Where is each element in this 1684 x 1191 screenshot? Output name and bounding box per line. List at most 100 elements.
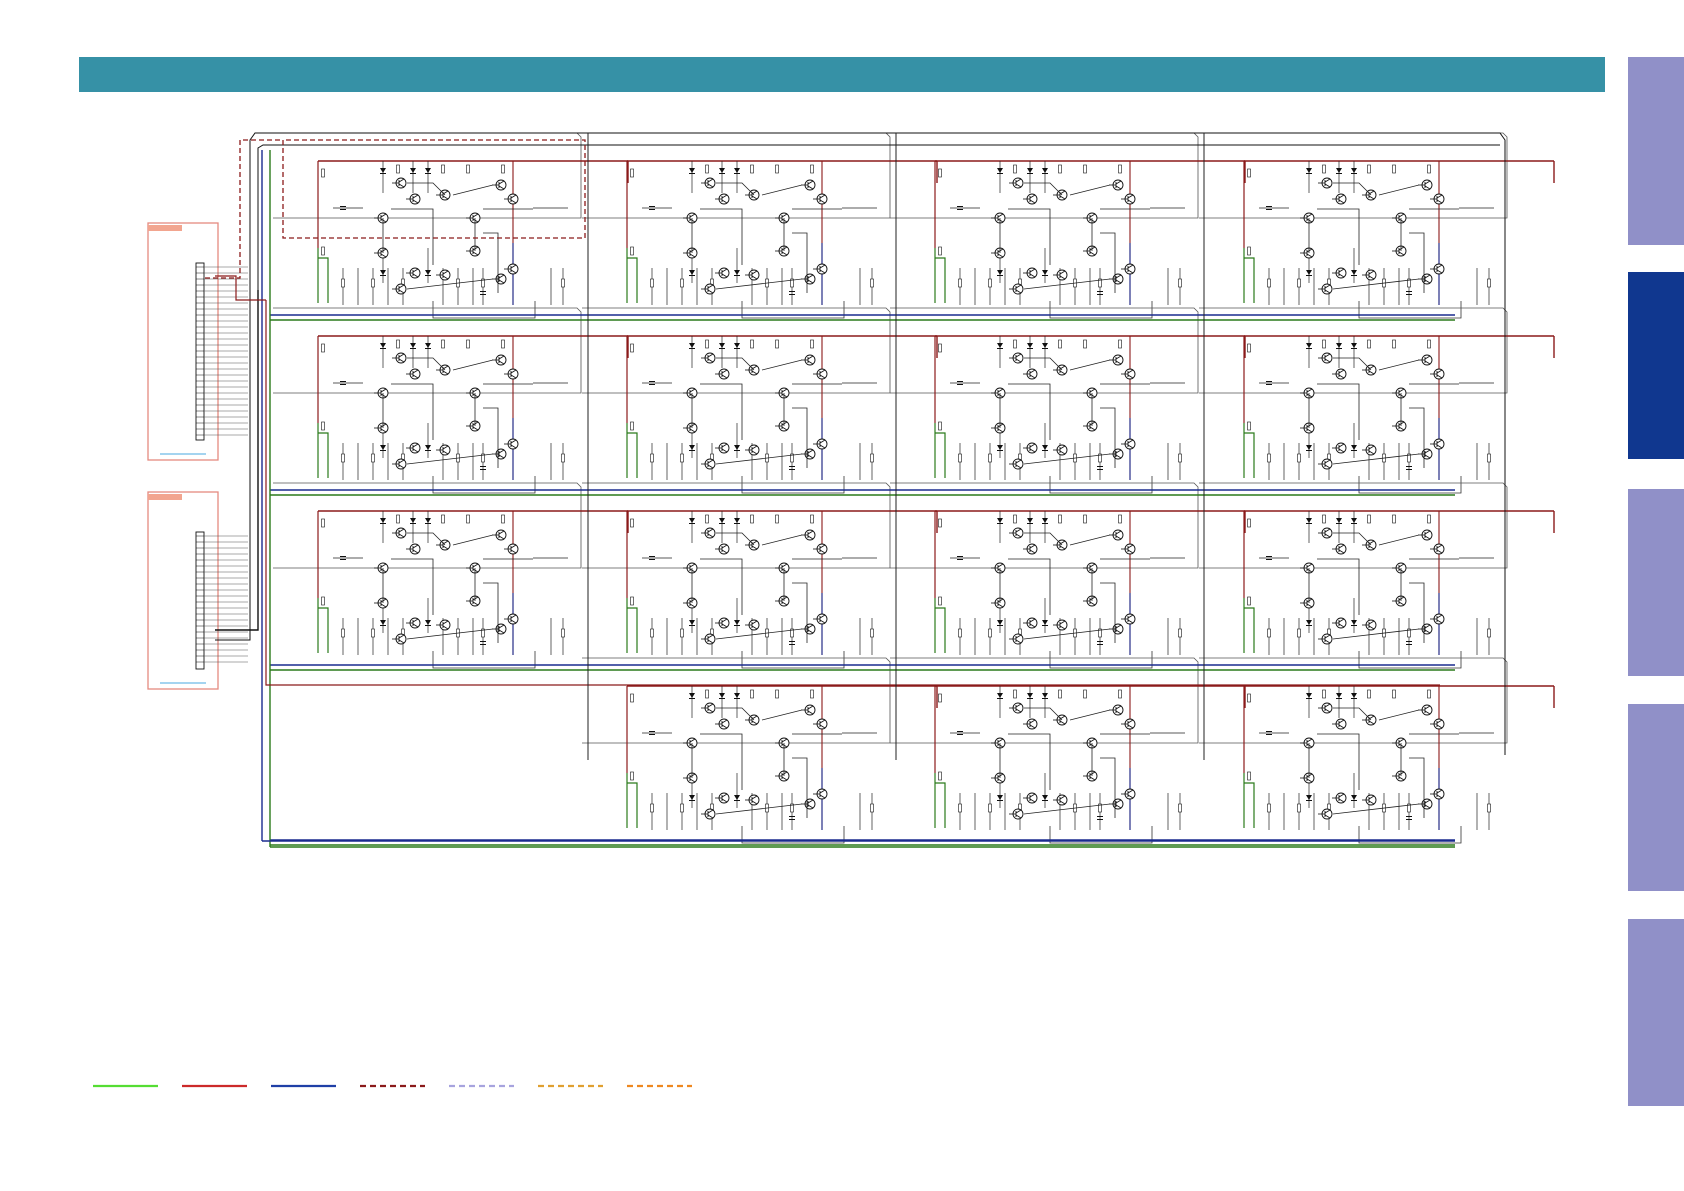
- diode-body: [1351, 343, 1357, 348]
- diode-body: [425, 168, 431, 173]
- diode-symbol: [425, 518, 431, 524]
- transistor-symbol: [1083, 737, 1098, 749]
- diode-symbol: [1027, 693, 1033, 699]
- connector-label-tag: [148, 225, 182, 231]
- resistor-symbol: [1178, 453, 1182, 463]
- resistor-symbol: [1367, 514, 1371, 524]
- transistor-symbol: [504, 543, 519, 555]
- transistor-symbol: [801, 354, 816, 366]
- diode-body: [1351, 693, 1357, 698]
- diode-body: [734, 693, 740, 698]
- inner-wire: [700, 383, 743, 440]
- diode-body: [689, 168, 695, 173]
- amp-cell-r4-c4: [1199, 657, 1555, 844]
- diode-symbol: [1042, 693, 1048, 699]
- resistor-symbol: [1322, 514, 1326, 524]
- transistor-symbol: [683, 562, 698, 574]
- diode-body: [689, 270, 695, 275]
- transistor-symbol: [775, 212, 790, 224]
- transistor-symbol: [1418, 798, 1433, 810]
- diode-body: [1042, 168, 1048, 173]
- resistor-symbol: [938, 518, 942, 528]
- diode-symbol: [997, 343, 1003, 349]
- transistor-symbol: [1430, 368, 1445, 380]
- resistor-symbol: [1013, 514, 1017, 524]
- inner-wire: [483, 407, 499, 468]
- transistor-symbol: [701, 458, 716, 470]
- amp-cell-r1-c3: [890, 132, 1246, 319]
- transistor-symbol: [1300, 772, 1315, 784]
- transistor-symbol: [1418, 179, 1433, 191]
- diode-symbol: [1351, 343, 1357, 349]
- transistor-symbol: [1300, 247, 1315, 259]
- resistor-symbol: [1487, 628, 1491, 638]
- resistor-symbol: [1083, 164, 1087, 174]
- transistor-symbol: [715, 442, 730, 454]
- diode-body: [1027, 168, 1033, 173]
- transistor-symbol: [813, 438, 828, 450]
- diode-body: [689, 518, 695, 523]
- inner-wire: [792, 582, 808, 643]
- amp-cell-r3-c1: [273, 482, 629, 669]
- resistor-symbol: [341, 278, 345, 288]
- diode-body: [425, 270, 431, 275]
- resistor-symbol: [870, 278, 874, 288]
- inner-wire: [1008, 208, 1051, 265]
- transistor-symbol: [813, 368, 828, 380]
- transistor-symbol: [683, 737, 698, 749]
- inner-wire: [1378, 709, 1420, 721]
- diode-body: [1306, 168, 1312, 173]
- transistor-symbol: [1332, 368, 1347, 380]
- transistor-symbol: [775, 420, 790, 432]
- amp-cell-r2-c1: [273, 307, 629, 494]
- inner-wire: [1317, 208, 1360, 265]
- inner-wire: [406, 278, 494, 290]
- resistor-symbol: [1322, 339, 1326, 349]
- inner-wire: [1332, 803, 1420, 815]
- resistor-symbol: [705, 514, 709, 524]
- resistor-symbol: [958, 628, 962, 638]
- inner-wire: [1332, 453, 1420, 465]
- diode-body: [719, 168, 725, 173]
- diode-symbol: [734, 620, 740, 626]
- diode-body: [734, 270, 740, 275]
- resistor-symbol: [1118, 164, 1122, 174]
- resistor-symbol: [561, 278, 565, 288]
- transistor-symbol: [991, 212, 1006, 224]
- resistor-symbol: [750, 339, 754, 349]
- resistor-symbol: [561, 628, 565, 638]
- transistor-symbol: [701, 808, 716, 820]
- diode-body: [689, 620, 695, 625]
- transistor-symbol: [1083, 595, 1098, 607]
- transistor-symbol: [466, 420, 481, 432]
- transistor-symbol: [1053, 794, 1068, 806]
- transistor-symbol: [813, 193, 828, 205]
- resistor-symbol: [958, 278, 962, 288]
- resistor-symbol: [1322, 164, 1326, 174]
- diode-symbol: [1042, 445, 1048, 451]
- diode-symbol: [425, 270, 431, 276]
- transistor-symbol: [1083, 245, 1098, 257]
- transistor-symbol: [1362, 539, 1377, 551]
- resistor-symbol: [938, 771, 942, 781]
- transistor-symbol: [1362, 619, 1377, 631]
- transistor-symbol: [775, 562, 790, 574]
- diode-body: [997, 168, 1003, 173]
- inner-wire: [483, 232, 499, 293]
- diode-symbol: [997, 518, 1003, 524]
- diode-symbol: [410, 343, 416, 349]
- transistor-symbol: [991, 247, 1006, 259]
- transistor-symbol: [813, 718, 828, 730]
- transistor-symbol: [392, 352, 407, 364]
- resistor-symbol: [750, 514, 754, 524]
- resistor-symbol: [630, 343, 634, 353]
- transistor-symbol: [1430, 193, 1445, 205]
- transistor-symbol: [504, 438, 519, 450]
- diode-body: [1351, 795, 1357, 800]
- diode-body: [1351, 168, 1357, 173]
- transistor-symbol: [701, 283, 716, 295]
- resistor-symbol: [938, 246, 942, 256]
- transistor-symbol: [1121, 438, 1136, 450]
- resistor-symbol: [1427, 164, 1431, 174]
- transistor-symbol: [813, 788, 828, 800]
